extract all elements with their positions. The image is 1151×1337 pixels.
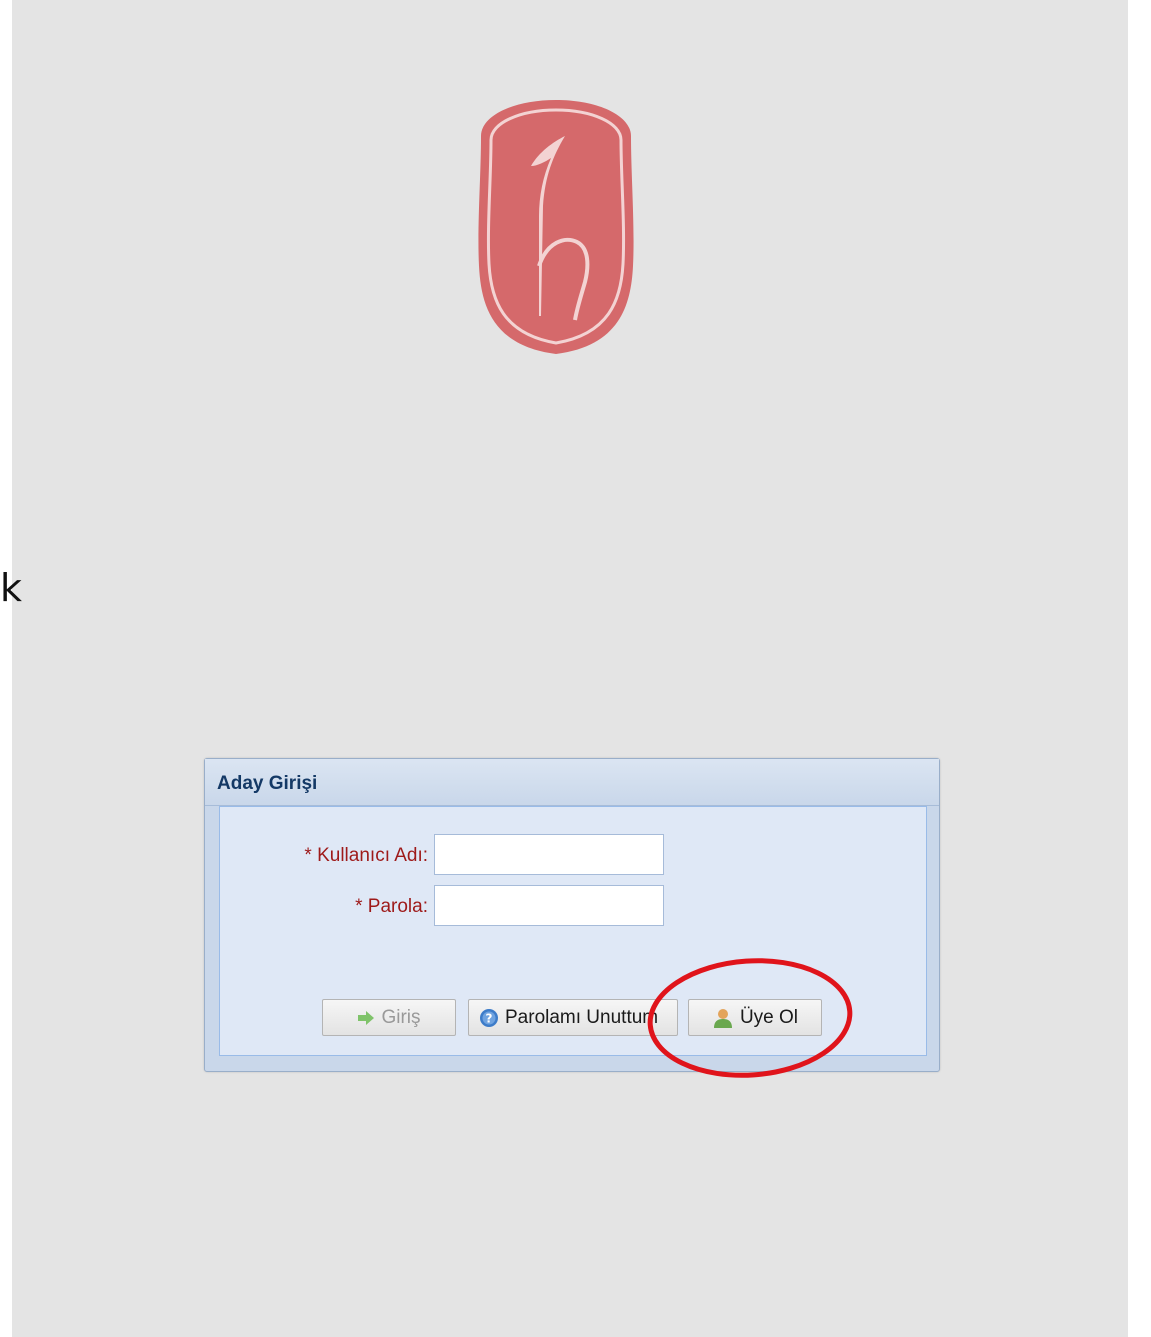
forgot-password-button[interactable]: ? Parolamı Unuttum	[468, 999, 678, 1036]
panel-header: Aday Girişi	[205, 759, 939, 806]
login-button[interactable]: Giriş	[322, 999, 456, 1036]
register-button[interactable]: Üye Ol	[688, 999, 822, 1036]
register-button-label: Üye Ol	[739, 1006, 799, 1028]
university-logo	[473, 96, 639, 358]
username-field[interactable]	[434, 834, 664, 875]
help-icon: ?	[479, 1008, 499, 1028]
password-field[interactable]	[434, 885, 664, 926]
login-form: * Kullanıcı Adı: * Parola: Giriş ? Parol…	[219, 806, 927, 1056]
login-button-label: Giriş	[381, 1006, 421, 1028]
panel-title: Aday Girişi	[217, 773, 318, 794]
password-label: * Parola:	[355, 896, 428, 917]
user-icon	[712, 1007, 734, 1029]
stray-text: k	[0, 566, 23, 610]
login-panel: Aday Girişi * Kullanıcı Adı: * Parola: G…	[204, 758, 940, 1072]
username-label: * Kullanıcı Adı:	[304, 845, 428, 866]
arrow-right-icon	[357, 1010, 375, 1025]
svg-text:?: ?	[486, 1011, 493, 1025]
forgot-password-label: Parolamı Unuttum	[505, 1006, 659, 1028]
